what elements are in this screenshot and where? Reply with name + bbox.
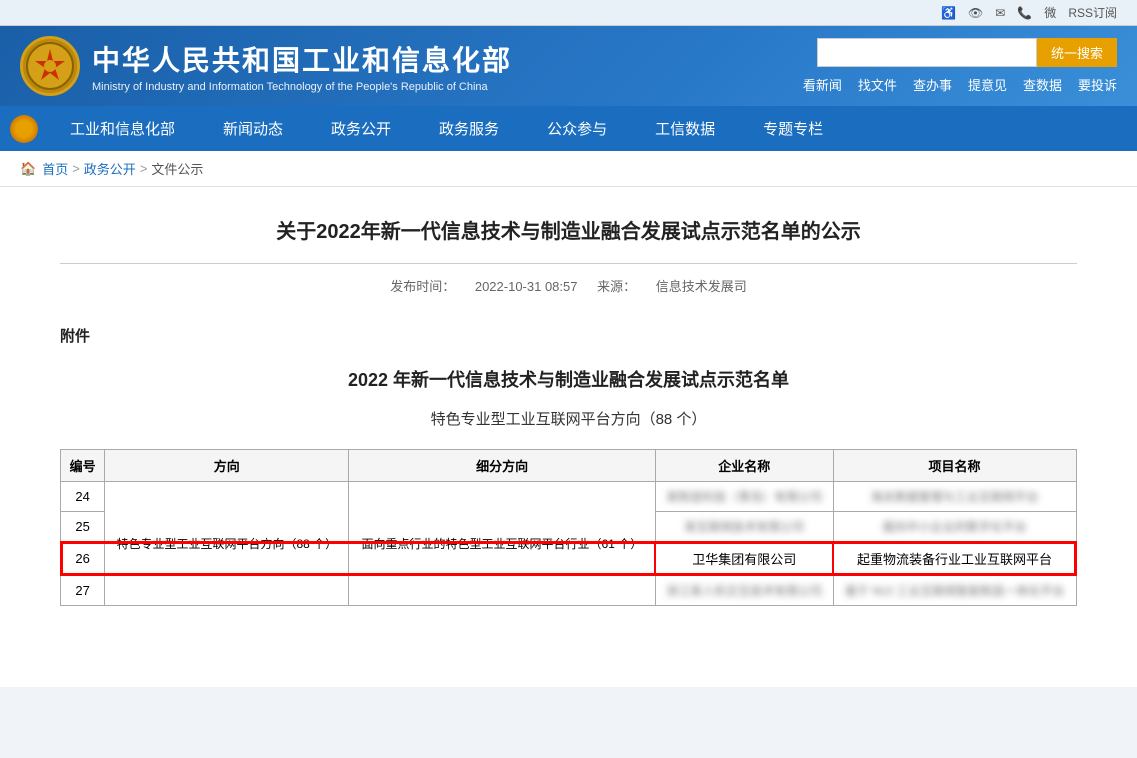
col-company: 企业名称 <box>655 450 833 482</box>
breadcrumb-current: 文件公示 <box>151 159 203 178</box>
article-meta: 发布时间： 2022-10-31 08:57 来源： 信息技术发展司 <box>60 276 1077 295</box>
article-divider <box>60 263 1077 264</box>
nav-item-news[interactable]: 新闻动态 <box>199 106 307 151</box>
cell-project: 基于 NUI 工业互联网智能制造一体化平台 <box>833 575 1076 606</box>
doc-title: 2022 年新一代信息技术与制造业融合发展试点示范名单 <box>60 366 1077 392</box>
nav-item-special[interactable]: 专题专栏 <box>739 106 847 151</box>
breadcrumb-home[interactable]: 首页 <box>42 159 68 178</box>
search-input[interactable] <box>817 38 1037 67</box>
attachment-label: 附件 <box>60 325 1077 346</box>
quicklink-data[interactable]: 查数据 <box>1023 75 1062 94</box>
col-num: 编号 <box>61 450 105 482</box>
nav: 工业和信息化部 新闻动态 政务公开 政务服务 公众参与 工信数据 专题专栏 <box>0 106 1137 151</box>
nav-logo <box>10 115 38 143</box>
header-title-block: 中华人民共和国工业和信息化部 Ministry of Industry and … <box>92 39 512 93</box>
top-bar: ♿ 👁 ✉ 📞 微 RSS订阅 <box>0 0 1137 26</box>
accessibility-icon[interactable]: ♿ <box>941 6 956 20</box>
search-bar: 统一搜索 <box>817 38 1117 67</box>
sep2: > <box>140 161 148 176</box>
quicklink-news[interactable]: 看新闻 <box>803 75 842 94</box>
col-direction: 方向 <box>105 450 349 482</box>
source: 信息技术发展司 <box>656 279 747 294</box>
article-title: 关于2022年新一代信息技术与制造业融合发展试点示范名单的公示 <box>60 217 1077 247</box>
rss-label[interactable]: RSS订阅 <box>1068 4 1117 21</box>
data-table: 编号 方向 细分方向 企业名称 项目名称 24特色专业型工业互联网平台方向（88… <box>60 449 1077 606</box>
cell-company: 卫华集团有限公司 <box>655 542 833 575</box>
cell-num: 27 <box>61 575 105 606</box>
cell-project: 海关数据管理与工业互联网平台 <box>833 482 1076 512</box>
quicklink-file[interactable]: 找文件 <box>858 75 897 94</box>
phone-icon[interactable]: 📞 <box>1017 6 1032 20</box>
source-label: 来源： <box>597 279 636 294</box>
publish-label: 发布时间： <box>390 279 455 294</box>
header-right: 统一搜索 看新闻 找文件 查办事 提意见 查数据 要投诉 <box>803 38 1117 94</box>
cell-project: 起重物流装备行业工业互联网平台 <box>833 542 1076 575</box>
col-project: 项目名称 <box>833 450 1076 482</box>
search-button[interactable]: 统一搜索 <box>1037 38 1117 67</box>
sep1: > <box>72 161 80 176</box>
cell-company: 浙江某人机交互技术有限公司 <box>655 575 833 606</box>
nav-item-miit[interactable]: 工业和信息化部 <box>46 106 199 151</box>
quick-links: 看新闻 找文件 查办事 提意见 查数据 要投诉 <box>803 75 1117 94</box>
nav-item-gov-service[interactable]: 政务服务 <box>415 106 523 151</box>
cell-num: 26 <box>61 542 105 575</box>
header-title-en: Ministry of Industry and Information Tec… <box>92 81 512 93</box>
cell-company: 某制造科技（青岛）有限公司 <box>655 482 833 512</box>
quicklink-complaint[interactable]: 要投诉 <box>1078 75 1117 94</box>
letter-icon[interactable]: ✉ <box>995 6 1005 20</box>
quicklink-service[interactable]: 查办事 <box>913 75 952 94</box>
cell-num: 25 <box>61 512 105 543</box>
header-title-cn: 中华人民共和国工业和信息化部 <box>92 39 512 79</box>
nav-item-public[interactable]: 公众参与 <box>523 106 631 151</box>
main-content: 关于2022年新一代信息技术与制造业融合发展试点示范名单的公示 发布时间： 20… <box>0 187 1137 687</box>
nav-item-gxdata[interactable]: 工信数据 <box>631 106 739 151</box>
header: 中华人民共和国工业和信息化部 Ministry of Industry and … <box>0 26 1137 106</box>
emblem <box>20 36 80 96</box>
section-subtitle: 特色专业型工业互联网平台方向（88 个） <box>60 408 1077 429</box>
nav-item-gov-open[interactable]: 政务公开 <box>307 106 415 151</box>
col-sub: 细分方向 <box>349 450 655 482</box>
cell-num: 24 <box>61 482 105 512</box>
cell-direction: 特色专业型工业互联网平台方向（88 个） <box>105 482 349 606</box>
header-left: 中华人民共和国工业和信息化部 Ministry of Industry and … <box>20 36 512 96</box>
breadcrumb-gov-open[interactable]: 政务公开 <box>84 159 136 178</box>
weibo-icon[interactable]: 微 <box>1044 4 1056 21</box>
table-header-row: 编号 方向 细分方向 企业名称 项目名称 <box>61 450 1077 482</box>
publish-date: 2022-10-31 08:57 <box>475 279 578 294</box>
cell-project: 面向中小企业的数字化平台 <box>833 512 1076 543</box>
cell-sub: 面向重点行业的特色型工业互联网平台行业（61 个） <box>349 482 655 606</box>
quicklink-opinion[interactable]: 提意见 <box>968 75 1007 94</box>
breadcrumb: 🏠 首页 > 政务公开 > 文件公示 <box>0 151 1137 187</box>
table-row: 24特色专业型工业互联网平台方向（88 个）面向重点行业的特色型工业互联网平台行… <box>61 482 1077 512</box>
home-icon: 🏠 <box>20 161 36 177</box>
disability-icon[interactable]: 👁 <box>968 6 983 20</box>
cell-company: 某互联网技术有限公司 <box>655 512 833 543</box>
